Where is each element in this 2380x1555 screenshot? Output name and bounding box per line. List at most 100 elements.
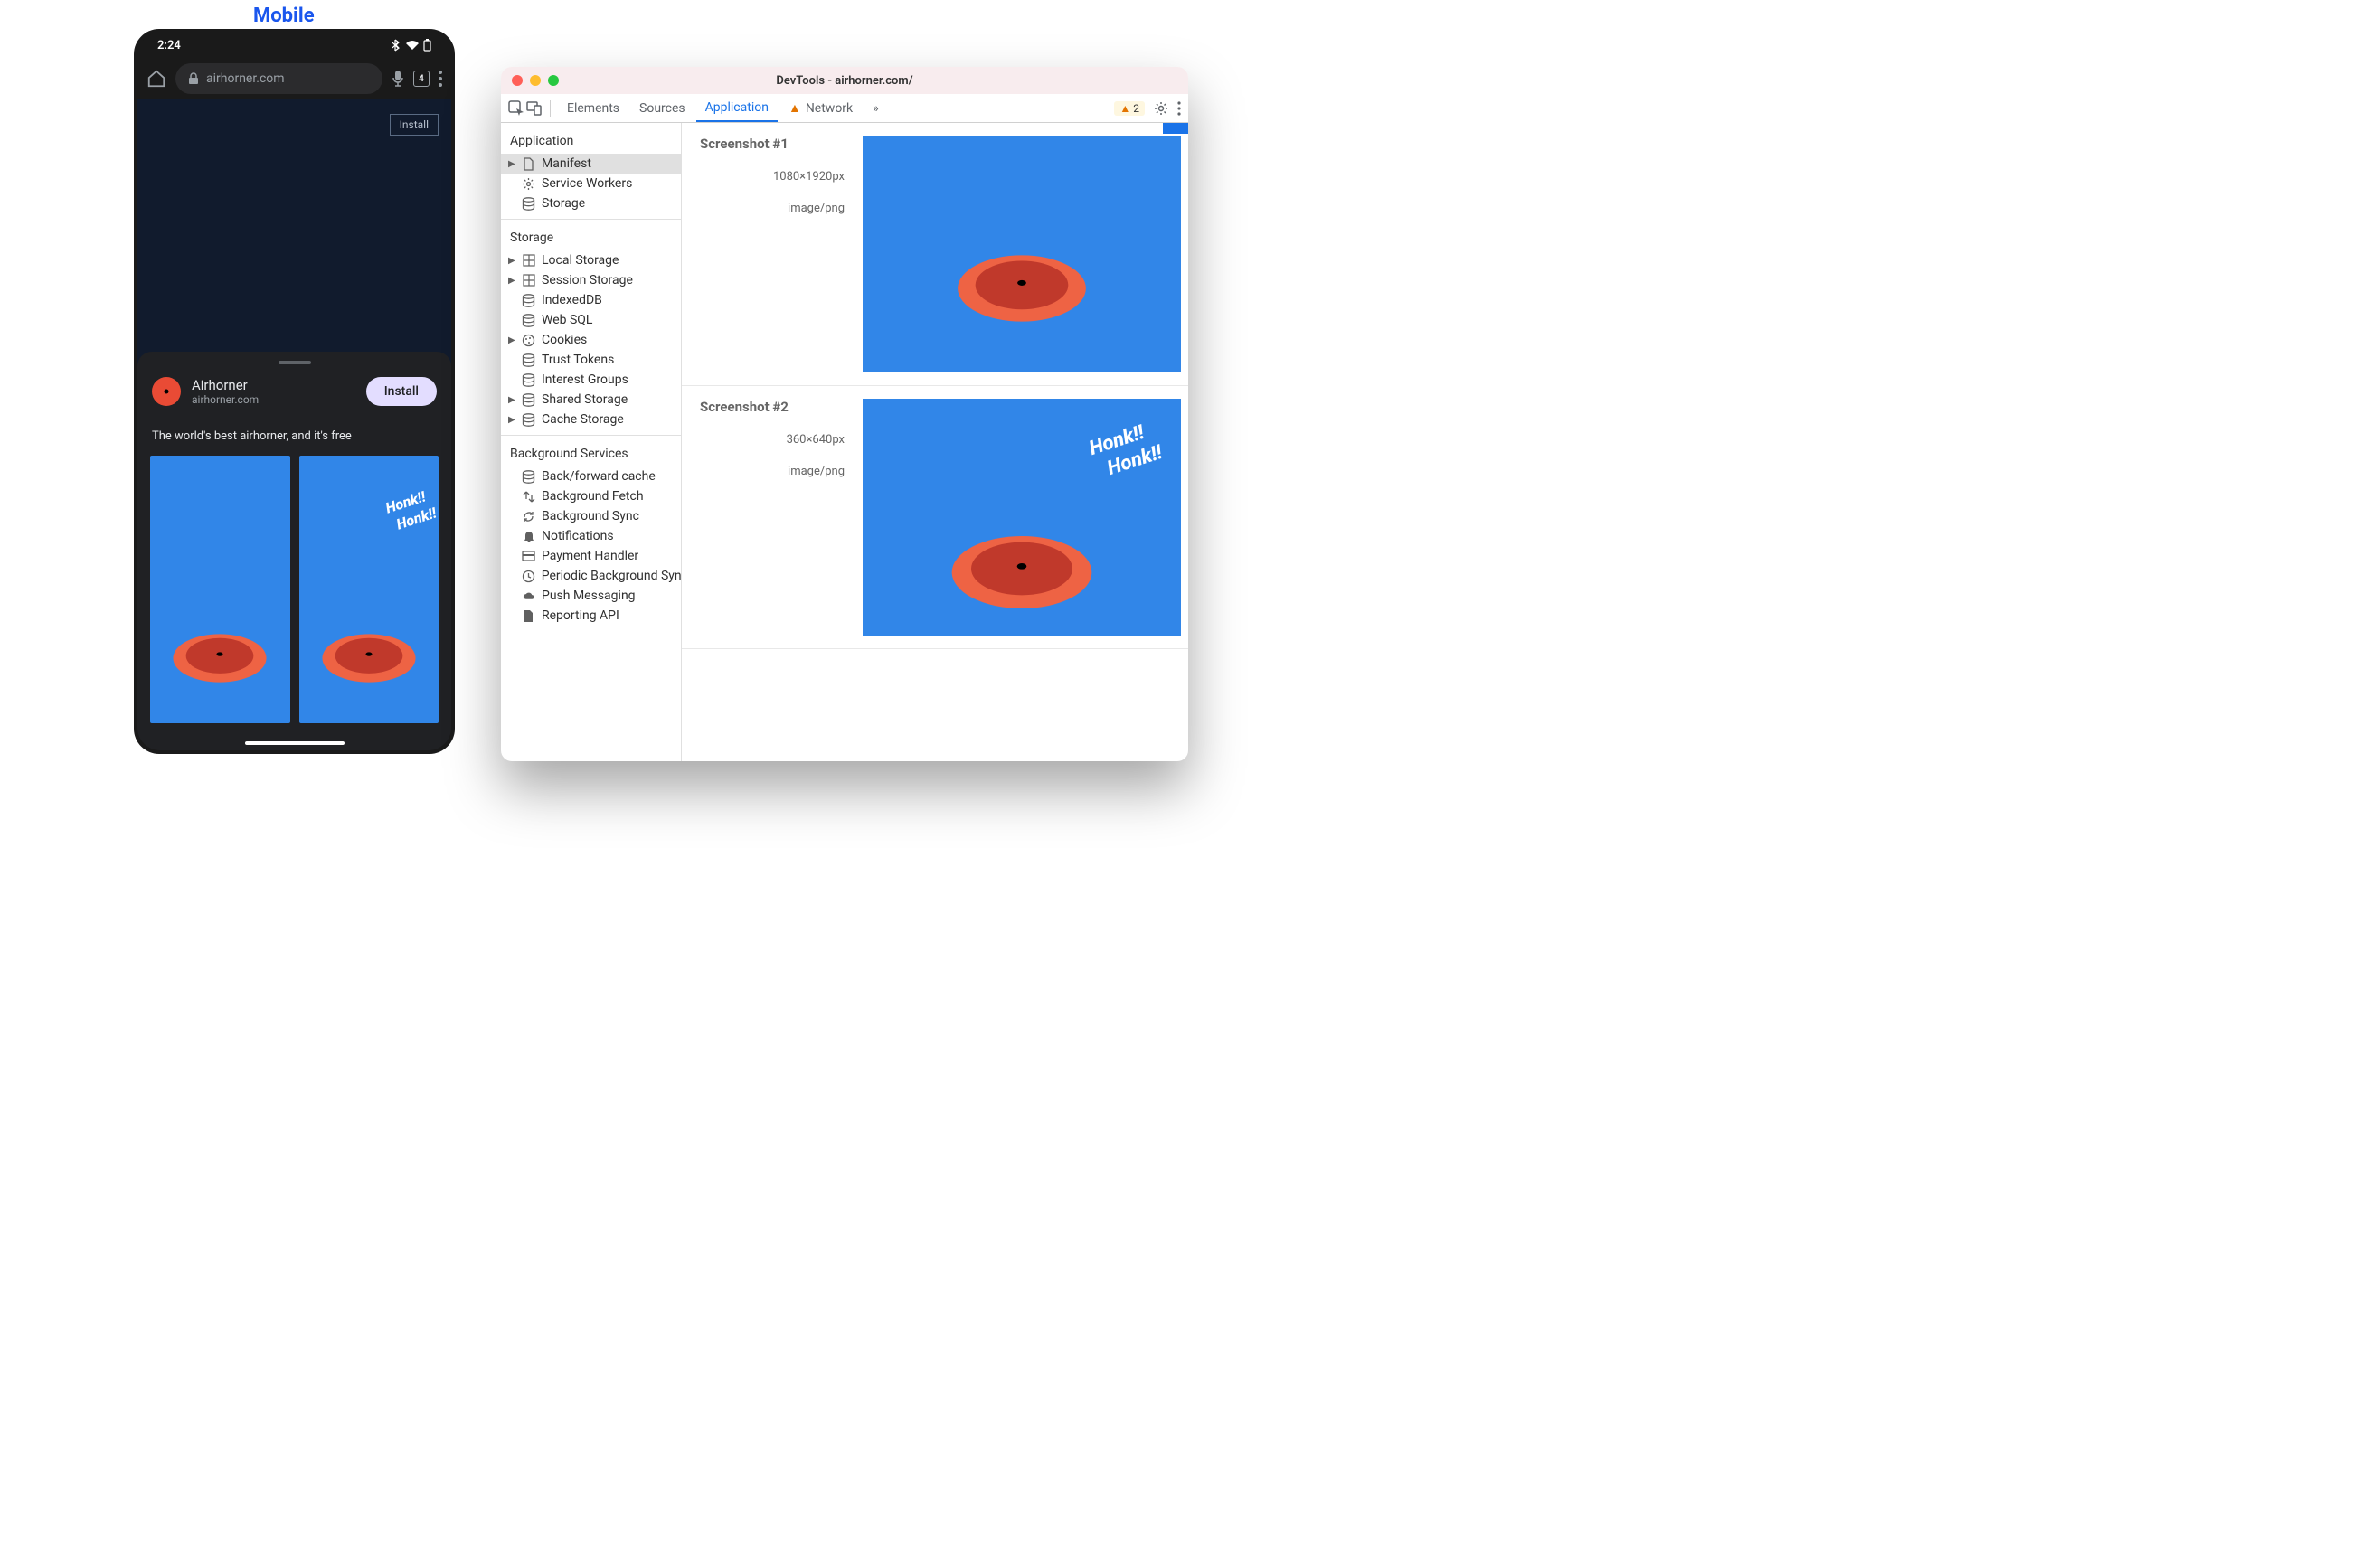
- overflow-menu-icon[interactable]: [1177, 101, 1181, 116]
- database-icon: [522, 413, 535, 427]
- minimize-button[interactable]: [530, 75, 541, 86]
- sidebar-heading-storage: Storage: [501, 225, 681, 250]
- home-icon[interactable]: [146, 69, 166, 89]
- airhorn-graphic: [936, 518, 1108, 627]
- install-chip[interactable]: Install: [390, 114, 439, 136]
- device-toggle-icon[interactable]: [526, 100, 543, 117]
- warning-icon: ▲: [789, 100, 801, 116]
- sidebar-item-notifications[interactable]: ▶Notifications: [501, 526, 681, 546]
- sidebar-item-websql[interactable]: ▶Web SQL: [501, 310, 681, 330]
- tab-elements[interactable]: Elements: [558, 94, 628, 122]
- screenshot-thumb-2[interactable]: Honk!! Honk!!: [299, 456, 439, 723]
- close-button[interactable]: [512, 75, 523, 86]
- database-icon: [522, 373, 535, 387]
- sidebar-item-session-storage[interactable]: ▶Session Storage: [501, 270, 681, 290]
- sidebar-item-trust-tokens[interactable]: ▶Trust Tokens: [501, 350, 681, 370]
- cloud-icon: [522, 589, 535, 603]
- sidebar-item-bfcache[interactable]: ▶Back/forward cache: [501, 466, 681, 486]
- sidebar-item-push[interactable]: ▶Push Messaging: [501, 586, 681, 606]
- screenshot-thumb-1[interactable]: [150, 456, 290, 723]
- database-icon: [522, 314, 535, 327]
- window-titlebar: DevTools - airhorner.com/: [501, 67, 1188, 94]
- cookie-icon: [522, 334, 535, 347]
- grid-icon: [522, 254, 535, 268]
- page-viewport: Install: [137, 99, 451, 371]
- sidebar-item-periodic-sync[interactable]: ▶Periodic Background Sync: [501, 566, 681, 586]
- tabs-button[interactable]: 4: [413, 71, 430, 87]
- screenshot-panel-2: Screenshot #2 360×640px image/png Honk!!…: [682, 386, 1188, 649]
- database-icon: [522, 294, 535, 307]
- app-domain: airhorner.com: [192, 393, 355, 406]
- tab-overflow[interactable]: »: [864, 94, 888, 122]
- wifi-icon: [405, 40, 420, 51]
- app-description: The world's best airhorner, and it's fre…: [137, 417, 451, 456]
- mic-icon[interactable]: [392, 70, 404, 88]
- sidebar-item-bg-sync[interactable]: ▶Background Sync: [501, 506, 681, 526]
- database-icon: [522, 353, 535, 367]
- gear-icon: [522, 177, 535, 191]
- sidebar-item-reporting[interactable]: ▶Reporting API: [501, 606, 681, 626]
- url-field[interactable]: airhorner.com: [175, 63, 382, 94]
- transfer-icon: [522, 490, 535, 504]
- screenshot-title: Screenshot #2: [700, 399, 845, 415]
- sidebar-item-storage[interactable]: ▶Storage: [501, 193, 681, 213]
- sidebar-item-interest-groups[interactable]: ▶Interest Groups: [501, 370, 681, 390]
- screenshot-panel-1: Screenshot #1 1080×1920px image/png: [682, 123, 1188, 386]
- mobile-heading: Mobile: [253, 5, 315, 27]
- android-status-bar: 2:24: [137, 33, 451, 58]
- sidebar-item-service-workers[interactable]: ▶Service Workers: [501, 174, 681, 193]
- devtools-sidebar: Application ▶Manifest ▶Service Workers ▶…: [501, 123, 682, 761]
- chrome-url-bar: airhorner.com 4: [137, 58, 451, 99]
- sidebar-item-manifest[interactable]: ▶Manifest: [501, 154, 681, 174]
- sidebar-item-shared-storage[interactable]: ▶Shared Storage: [501, 390, 681, 410]
- lock-icon: [188, 72, 199, 85]
- sidebar-item-bg-fetch[interactable]: ▶Background Fetch: [501, 486, 681, 506]
- screenshot-preview-1[interactable]: [863, 136, 1181, 372]
- install-button[interactable]: Install: [366, 377, 437, 406]
- screenshot-dimensions: 360×640px: [700, 433, 845, 447]
- gear-icon[interactable]: [1154, 101, 1168, 116]
- sidebar-heading-application: Application: [501, 128, 681, 154]
- warning-badge[interactable]: ▲2: [1114, 101, 1145, 116]
- sidebar-item-payment[interactable]: ▶Payment Handler: [501, 546, 681, 566]
- document-icon: [522, 609, 535, 623]
- screenshot-preview-2[interactable]: Honk!! Honk!!: [863, 399, 1181, 636]
- grid-icon: [522, 274, 535, 287]
- sheet-drag-handle[interactable]: [279, 361, 311, 364]
- sidebar-item-local-storage[interactable]: ▶Local Storage: [501, 250, 681, 270]
- sidebar-item-cookies[interactable]: ▶Cookies: [501, 330, 681, 350]
- install-bottom-sheet: Airhorner airhorner.com Install The worl…: [137, 352, 451, 750]
- clock-icon: [522, 570, 535, 583]
- screenshot-mime: image/png: [700, 465, 845, 478]
- tab-network[interactable]: ▲ Network: [779, 94, 862, 122]
- screenshot-dimensions: 1080×1920px: [700, 170, 845, 184]
- traffic-lights: [512, 75, 559, 86]
- card-icon: [522, 550, 535, 563]
- database-icon: [522, 197, 535, 211]
- window-title: DevTools - airhorner.com/: [776, 74, 912, 88]
- tab-sources[interactable]: Sources: [630, 94, 694, 122]
- url-text: airhorner.com: [206, 71, 285, 86]
- maximize-button[interactable]: [548, 75, 559, 86]
- devtools-content: Screenshot #1 1080×1920px image/png Scre…: [682, 123, 1188, 761]
- airhorn-graphic: [165, 622, 274, 694]
- screenshot-mime: image/png: [700, 202, 845, 215]
- airhorn-graphic: [940, 239, 1103, 338]
- airhorn-graphic: [315, 622, 423, 694]
- database-icon: [522, 470, 535, 484]
- screenshot-title: Screenshot #1: [700, 136, 845, 152]
- bluetooth-icon: [392, 39, 401, 52]
- sidebar-heading-background: Background Services: [501, 441, 681, 466]
- battery-icon: [423, 39, 431, 52]
- sidebar-item-indexeddb[interactable]: ▶IndexedDB: [501, 290, 681, 310]
- inspect-icon[interactable]: [508, 100, 524, 117]
- document-icon: [522, 157, 535, 171]
- overflow-menu-icon[interactable]: [439, 71, 442, 87]
- phone-mockup: 2:24 airhorner.com: [134, 29, 455, 754]
- app-name: Airhorner: [192, 377, 355, 393]
- sidebar-item-cache-storage[interactable]: ▶Cache Storage: [501, 410, 681, 429]
- tab-application[interactable]: Application: [696, 94, 778, 122]
- database-icon: [522, 393, 535, 407]
- scroll-indicator: [1163, 123, 1188, 134]
- app-icon: [152, 377, 181, 406]
